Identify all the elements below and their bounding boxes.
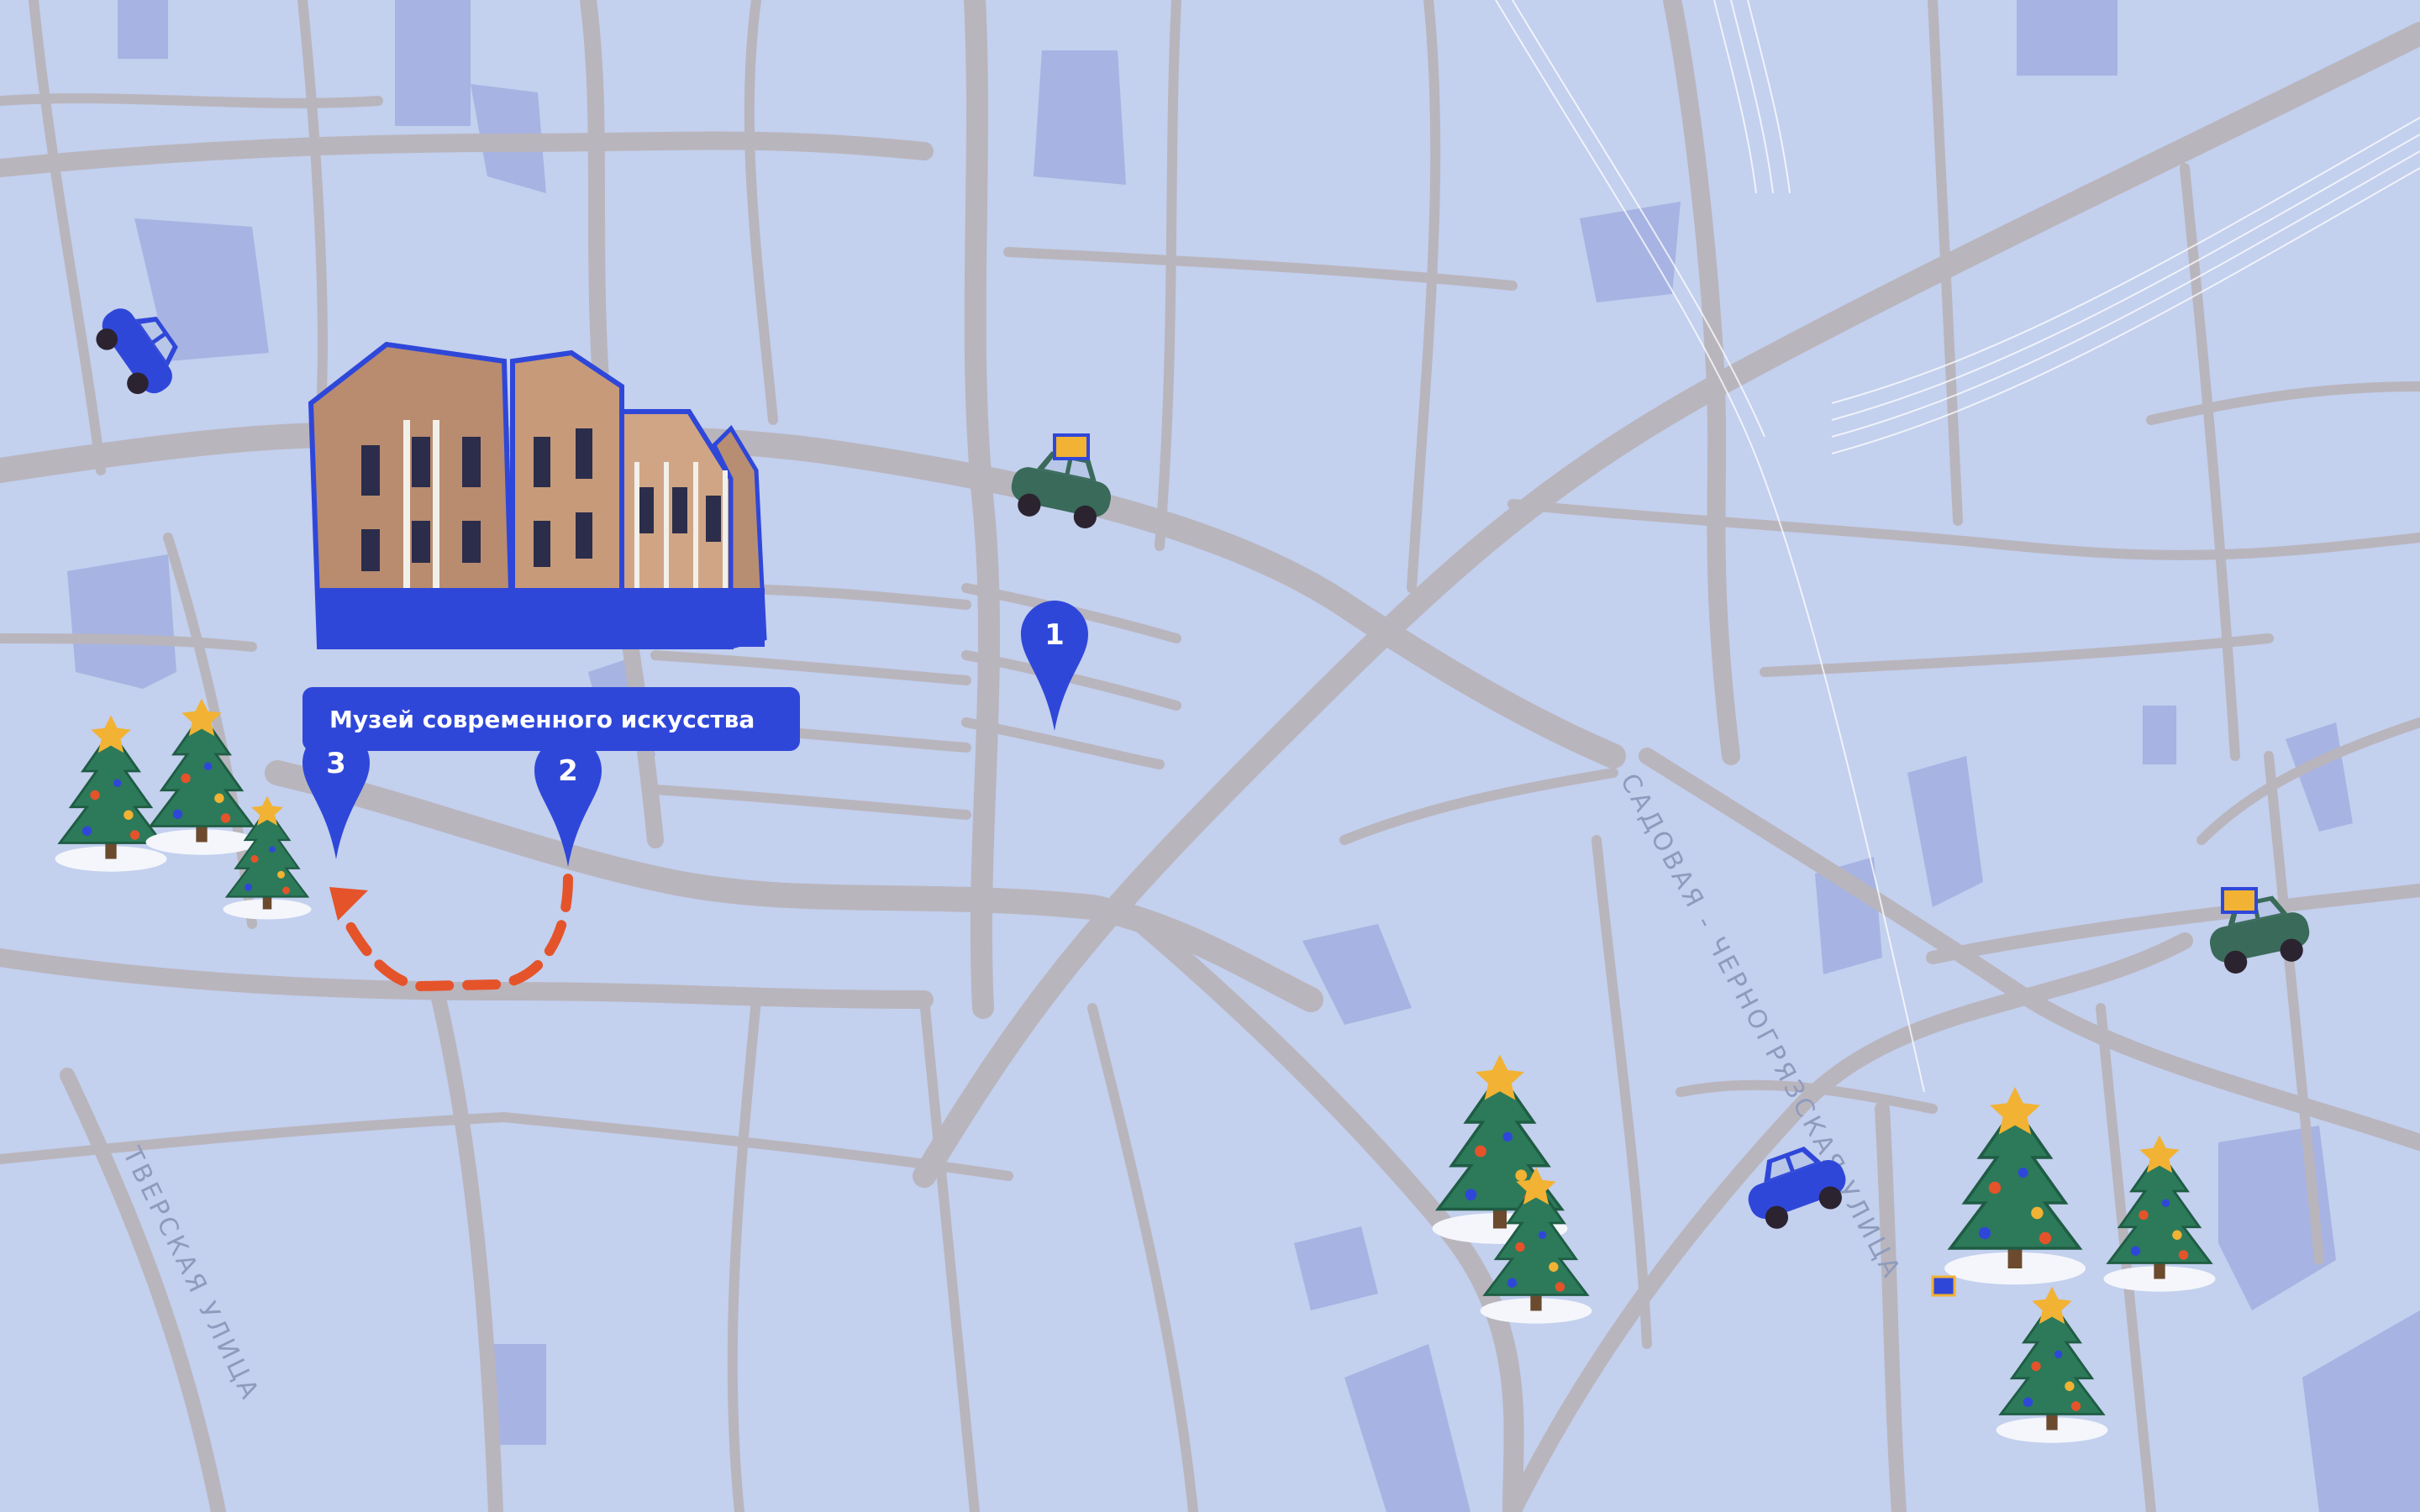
gift-icon: [1053, 433, 1090, 460]
gift-icon: [2221, 887, 2258, 914]
gift-icon: [1931, 1275, 1956, 1297]
marker-number-3: 3: [326, 747, 346, 780]
city-map[interactable]: САДОВАЯ - ЧЕРНОГРЯЗСКАЯ УЛИЦА ТВЕРСКАЯ У…: [0, 0, 2420, 1512]
marker-number-2: 2: [558, 754, 578, 788]
museum-label[interactable]: Музей современного искусства: [302, 687, 800, 751]
marker-number-1: 1: [1044, 618, 1065, 652]
museum-label-text: Музей современного искусства: [329, 705, 755, 733]
